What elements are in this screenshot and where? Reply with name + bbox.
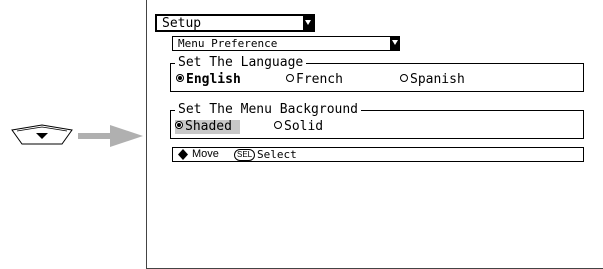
background-option-shaded[interactable]: Shaded: [175, 120, 240, 134]
language-option-spanish[interactable]: Spanish: [400, 73, 465, 87]
setup-label: Setup: [162, 16, 202, 31]
chevron-down-icon: [303, 16, 313, 30]
language-option-english[interactable]: English: [176, 73, 241, 87]
background-group-legend: Set The Menu Background: [178, 102, 359, 117]
radio-icon: [286, 74, 294, 82]
radio-selected-icon: [175, 121, 183, 129]
status-bar: Move SEL Select: [172, 147, 584, 162]
right-arrow-icon: [78, 125, 143, 147]
radio-icon: [274, 121, 282, 129]
menu-preference-dropdown[interactable]: Menu Preference: [172, 36, 400, 51]
chevron-down-icon: [390, 37, 399, 50]
radio-icon: [400, 74, 408, 82]
four-way-diamond-icon: [178, 149, 188, 160]
setup-dropdown[interactable]: Setup: [155, 14, 315, 32]
background-option-solid[interactable]: Solid: [274, 120, 323, 134]
remote-down-button-icon[interactable]: [10, 124, 74, 146]
language-group-legend: Set The Language: [178, 55, 304, 70]
select-label: Select: [257, 148, 297, 161]
sel-key-badge: SEL: [234, 149, 256, 161]
move-label: Move: [192, 148, 219, 160]
menu-preference-label: Menu Preference: [178, 37, 278, 50]
radio-selected-icon: [176, 74, 184, 82]
language-option-french[interactable]: French: [286, 73, 343, 87]
